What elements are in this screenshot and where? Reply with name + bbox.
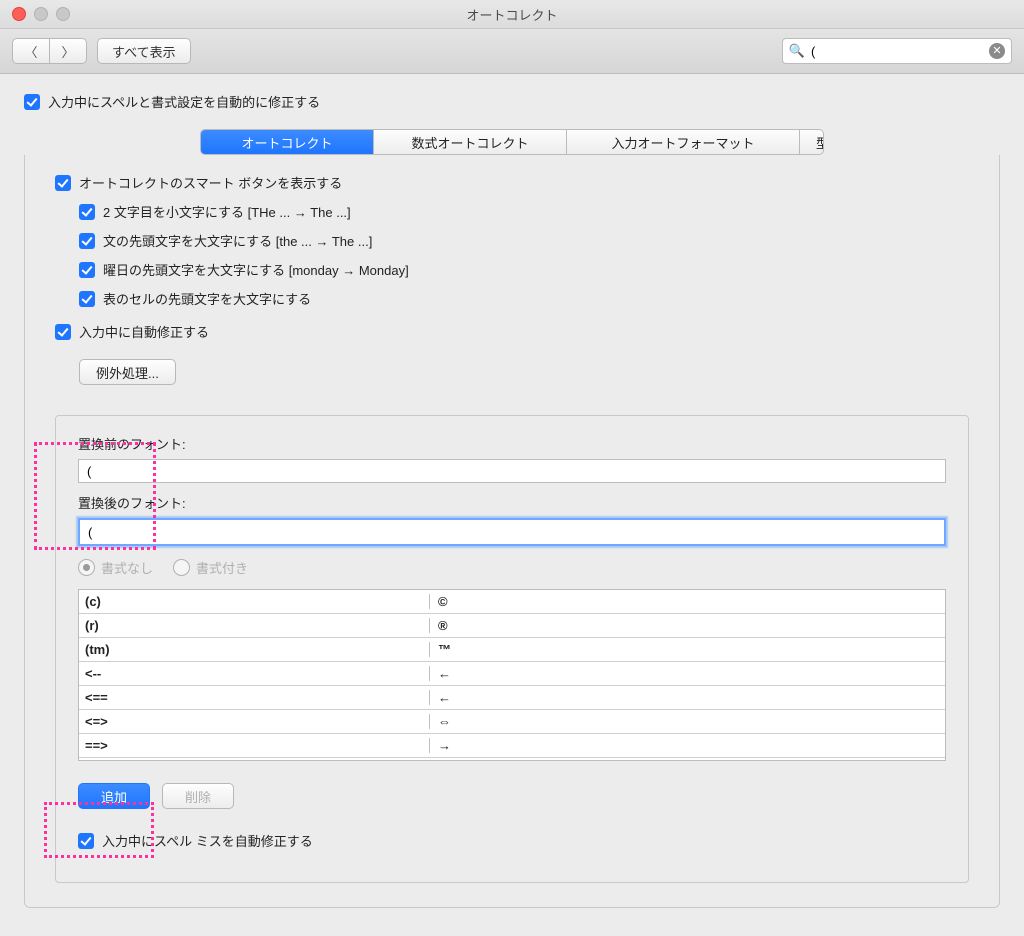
checkbox-icon [79, 233, 95, 249]
format-radio-group: 書式なし 書式付き [78, 558, 946, 577]
master-correct-label: 入力中にスペルと書式設定を自動的に修正する [48, 92, 320, 111]
replace-from-cell: <=> [79, 714, 430, 729]
replace-from-cell: (c) [79, 594, 430, 609]
content: 入力中にスペルと書式設定を自動的に修正する オートコレクト 数式オートコレクト … [0, 74, 1024, 936]
chevron-right-icon: 〉 [61, 42, 74, 61]
table-row[interactable]: <==← [79, 686, 945, 710]
replace-before-input[interactable] [78, 459, 946, 483]
search-field[interactable]: 🔍 ✕ [782, 38, 1012, 64]
replace-box: 置換前のフォント: 置換後のフォント: 書式なし 書式付き (c)©(r)®(t… [55, 415, 969, 883]
replace-after-input[interactable] [78, 518, 946, 546]
capitalize-sentence-checkbox[interactable]: 文の先頭文字を大文字にする [the ... → The ...] [79, 231, 969, 250]
capitalize-sentence-label: 文の先頭文字を大文字にする [the ... → The ...] [103, 231, 372, 250]
radio-formatted-label: 書式付き [196, 558, 248, 577]
replace-from-cell: (tm) [79, 642, 430, 657]
checkbox-icon [55, 324, 71, 340]
toolbar: 〈 〉 すべて表示 🔍 ✕ [0, 29, 1024, 74]
checkbox-icon [24, 94, 40, 110]
replace-to-cell: © [430, 594, 945, 609]
table-row[interactable]: <=>⇔ [79, 710, 945, 734]
checkbox-icon [78, 833, 94, 849]
tab-math-autocorrect[interactable]: 数式オートコレクト [374, 130, 567, 154]
replace-from-cell: (r) [79, 618, 430, 633]
radio-formatted: 書式付き [173, 558, 248, 577]
delete-label: 削除 [185, 787, 211, 806]
replace-as-you-type-label: 入力中に自動修正する [79, 322, 209, 341]
table-row[interactable]: (tm)™ [79, 638, 945, 662]
master-correct-checkbox[interactable]: 入力中にスペルと書式設定を自動的に修正する [24, 92, 1000, 111]
show-all-label: すべて表示 [112, 42, 176, 61]
search-input[interactable] [809, 43, 989, 60]
checkbox-icon [79, 204, 95, 220]
tab-autocorrect[interactable]: オートコレクト [201, 130, 374, 154]
exceptions-button[interactable]: 例外処理... [79, 359, 176, 385]
window-title: オートコレクト [0, 5, 1024, 24]
smart-button-checkbox[interactable]: オートコレクトのスマート ボタンを表示する [55, 173, 969, 192]
table-row[interactable]: (r)® [79, 614, 945, 638]
replace-from-cell: ==> [79, 738, 430, 753]
search-icon: 🔍 [789, 43, 805, 59]
capitalize-days-checkbox[interactable]: 曜日の先頭文字を大文字にする [monday → Monday] [79, 260, 969, 279]
checkbox-icon [79, 291, 95, 307]
replace-to-cell: ← [430, 690, 945, 705]
capitalize-table-cells-label: 表のセルの先頭文字を大文字にする [103, 289, 311, 308]
tab-label: 入力オートフォーマット [611, 133, 754, 152]
tabs: オートコレクト 数式オートコレクト 入力オートフォーマット 定型句 [200, 129, 824, 155]
radio-icon [78, 559, 95, 576]
capitalize-days-label: 曜日の先頭文字を大文字にする [monday → Monday] [103, 260, 409, 279]
replace-to-cell: ® [430, 618, 945, 633]
clear-search-icon[interactable]: ✕ [989, 43, 1005, 59]
titlebar: オートコレクト [0, 0, 1024, 29]
delete-button: 削除 [162, 783, 234, 809]
radio-icon [173, 559, 190, 576]
autocorrect-panel: オートコレクトのスマート ボタンを表示する 2 文字目を小文字にする [THe … [24, 155, 1000, 908]
table-row[interactable] [79, 758, 945, 761]
replace-table[interactable]: (c)©(r)®(tm)™<--←<==←<=>⇔==>→ [78, 589, 946, 761]
radio-plain-label: 書式なし [101, 558, 153, 577]
checkbox-icon [55, 175, 71, 191]
table-row[interactable]: ==>→ [79, 734, 945, 758]
replace-to-cell: ™ [430, 642, 945, 657]
add-label: 追加 [101, 787, 127, 806]
before-label: 置換前のフォント: [78, 434, 946, 453]
tab-label: 数式オートコレクト [411, 133, 528, 152]
after-label: 置換後のフォント: [78, 493, 946, 512]
two-initial-caps-label: 2 文字目を小文字にする [THe ... → The ...] [103, 202, 351, 221]
auto-spellfix-label: 入力中にスペル ミスを自動修正する [102, 831, 313, 850]
exceptions-label: 例外処理... [96, 363, 159, 382]
replace-as-you-type-checkbox[interactable]: 入力中に自動修正する [55, 322, 969, 341]
auto-spellfix-checkbox[interactable]: 入力中にスペル ミスを自動修正する [78, 831, 946, 850]
replace-to-cell: → [430, 738, 945, 753]
two-initial-caps-checkbox[interactable]: 2 文字目を小文字にする [THe ... → The ...] [79, 202, 969, 221]
replace-to-cell: ← [430, 666, 945, 681]
forward-button[interactable]: 〉 [50, 38, 87, 64]
replace-from-cell: <== [79, 690, 430, 705]
chevron-left-icon: 〈 [24, 42, 37, 61]
smart-button-label: オートコレクトのスマート ボタンを表示する [79, 173, 342, 192]
tab-autoformat[interactable]: 入力オートフォーマット [567, 130, 800, 154]
tab-autotext[interactable]: 定型句 [800, 130, 824, 154]
replace-from-cell: <-- [79, 666, 430, 681]
table-row[interactable]: <--← [79, 662, 945, 686]
table-row[interactable]: (c)© [79, 590, 945, 614]
replace-to-cell: ⇔ [430, 714, 945, 729]
radio-plain: 書式なし [78, 558, 153, 577]
tab-label: 定型句 [816, 129, 824, 155]
show-all-button[interactable]: すべて表示 [97, 38, 191, 64]
back-button[interactable]: 〈 [12, 38, 50, 64]
add-button[interactable]: 追加 [78, 783, 150, 809]
nav-buttons: 〈 〉 [12, 38, 87, 64]
capitalize-table-cells-checkbox[interactable]: 表のセルの先頭文字を大文字にする [79, 289, 969, 308]
checkbox-icon [79, 262, 95, 278]
tab-label: オートコレクト [241, 133, 332, 152]
